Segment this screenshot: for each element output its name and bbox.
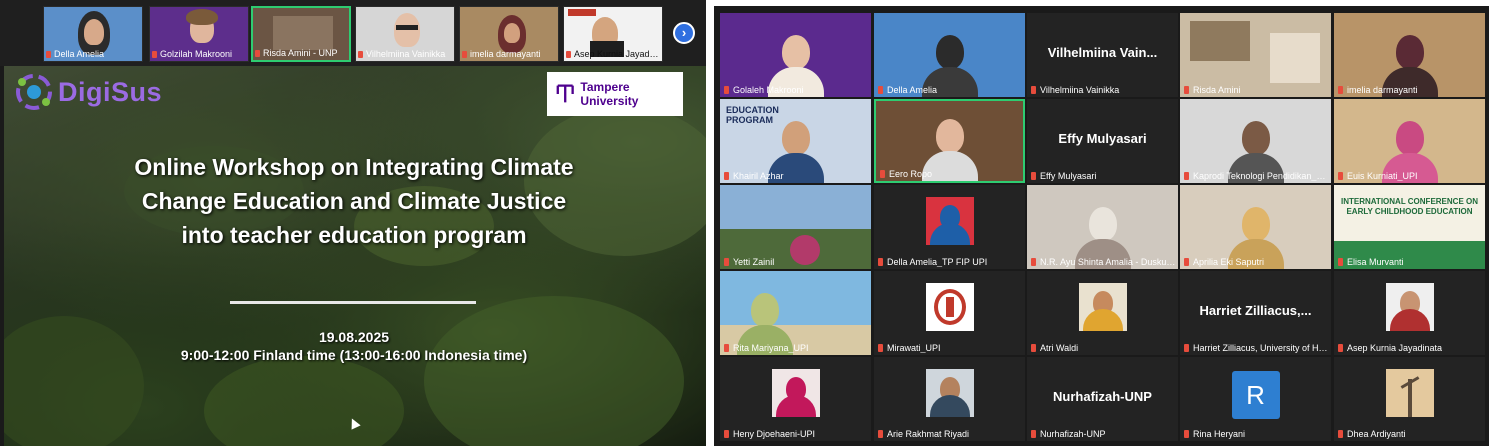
- tampere-logo-text: Tampere University: [580, 80, 639, 108]
- participant-name: N.R. Ayu Shinta Amalia - Duskurjar: [1031, 257, 1176, 267]
- participant-name: Arie Rakhmat Riyadi: [878, 429, 1023, 439]
- thumbnail-vilhelmiina-vainikka[interactable]: Vilhelmiina Vainikka: [355, 6, 455, 62]
- participant-tile[interactable]: Golaleh Makrooni: [720, 13, 871, 97]
- participant-name: Asep Kurnia Jayadinata: [1338, 343, 1483, 353]
- participant-tile[interactable]: Harriet Zilliacus,... Harriet Zilliacus,…: [1180, 271, 1331, 355]
- participant-name: Della Amelia_TP FIP UPI: [878, 257, 1023, 267]
- participant-tile[interactable]: Asep Kurnia Jayadinata: [1334, 271, 1485, 355]
- slide-divider: [230, 301, 476, 304]
- participant-name: imelia darmayanti: [1338, 85, 1483, 95]
- participant-display-name: Vilhelmiina Vain...: [1047, 45, 1158, 60]
- participant-tile[interactable]: Rita Mariyana_UPI: [720, 271, 871, 355]
- participant-name: Risda Amini: [1184, 85, 1329, 95]
- slide-title-line: Online Workshop on Integrating Climate: [134, 154, 574, 180]
- thumbnail-risda-amini[interactable]: Risda Amini - UNP: [251, 6, 351, 62]
- tile-overlay-text: INTERNATIONAL CONFERENCE ON EARLY CHILDH…: [1340, 197, 1479, 216]
- thumbnail-name: Vilhelmiina Vainikka: [358, 49, 452, 59]
- slide-date: 19.08.2025: [318, 329, 390, 345]
- shared-screen-view: Della Amelia Golzilah Makrooni Risda Ami…: [0, 0, 706, 446]
- participant-name: Eero Ropo: [880, 169, 1021, 179]
- next-page-button[interactable]: ›: [673, 22, 695, 44]
- slide-time: 9:00-12:00 Finland time (13:00-16:00 Ind…: [180, 347, 528, 363]
- thumbnail-name: Risda Amini - UNP: [255, 48, 347, 58]
- participant-tile[interactable]: Heny Djoehaeni-UPI: [720, 357, 871, 441]
- participant-tile[interactable]: Nurhafizah-UNP Nurhafizah-UNP: [1027, 357, 1178, 441]
- gallery-view: Golaleh Makrooni Della Amelia Vilhelmiin…: [714, 6, 1489, 446]
- participant-display-name: Nurhafizah-UNP: [1053, 389, 1152, 404]
- participant-name: Rina Heryani: [1184, 429, 1329, 439]
- thumbnail-asep-kurnia-jayadinata[interactable]: Asep Kurnia Jayadinata: [563, 6, 663, 62]
- participant-thumbnail-strip: Della Amelia Golzilah Makrooni Risda Ami…: [0, 0, 706, 66]
- participant-tile[interactable]: Euis Kurniati_UPI: [1334, 99, 1485, 183]
- participant-name: Golaleh Makrooni: [724, 85, 869, 95]
- thumbnail-golzilah-makrooni[interactable]: Golzilah Makrooni: [149, 6, 249, 62]
- slide-title: Online Workshop on Integrating Climate C…: [64, 150, 644, 252]
- participant-name: Vilhelmiina Vainikka: [1031, 85, 1176, 95]
- participant-name: Effy Mulyasari: [1031, 171, 1176, 181]
- participant-name: Mirawati_UPI: [878, 343, 1023, 353]
- participant-display-name: Harriet Zilliacus,...: [1199, 303, 1312, 318]
- thumbnail-name: Della Amelia: [46, 49, 140, 59]
- participant-name: Atri Waldi: [1031, 343, 1176, 353]
- participant-name: Yetti Zainil: [724, 257, 869, 267]
- participant-tile[interactable]: EDUCATION PROGRAM Khairil Azhar: [720, 99, 871, 183]
- thumbnail-imelia-darmayanti[interactable]: imelia darmayanti: [459, 6, 559, 62]
- active-speaker-tile[interactable]: Eero Ropo: [874, 99, 1025, 183]
- participant-name: Khairil Azhar: [724, 171, 869, 181]
- participant-tile[interactable]: Vilhelmiina Vain... Vilhelmiina Vainikka: [1027, 13, 1178, 97]
- participant-tile[interactable]: Risda Amini: [1180, 13, 1331, 97]
- participant-name: Heny Djoehaeni-UPI: [724, 429, 869, 439]
- participant-tile[interactable]: R Rina Heryani: [1180, 357, 1331, 441]
- participant-tile[interactable]: Kaprodi Teknologi Pendidikan_Dadi ...: [1180, 99, 1331, 183]
- avatar-letter: R: [1231, 371, 1280, 419]
- participant-name: Aprilia Eki Saputri: [1184, 257, 1329, 267]
- thumbnail-name: Golzilah Makrooni: [152, 49, 246, 59]
- participant-tile[interactable]: Dhea Ardiyanti: [1334, 357, 1485, 441]
- participant-display-name: Effy Mulyasari: [1058, 131, 1147, 146]
- participant-tile[interactable]: INTERNATIONAL CONFERENCE ON EARLY CHILDH…: [1334, 185, 1485, 269]
- participant-name: Harriet Zilliacus, University of Helsink…: [1184, 343, 1329, 353]
- participant-name: Della Amelia: [878, 85, 1023, 95]
- participant-tile[interactable]: Della Amelia_TP FIP UPI: [874, 185, 1025, 269]
- thumbnail-name: Asep Kurnia Jayadinata: [566, 49, 660, 59]
- participant-tile[interactable]: Della Amelia: [874, 13, 1025, 97]
- participant-tile[interactable]: Aprilia Eki Saputri: [1180, 185, 1331, 269]
- participant-name: Kaprodi Teknologi Pendidikan_Dadi ...: [1184, 171, 1329, 181]
- thumbnail-name: imelia darmayanti: [462, 49, 556, 59]
- participant-name: Dhea Ardiyanti: [1338, 429, 1483, 439]
- participant-tile[interactable]: Yetti Zainil: [720, 185, 871, 269]
- tampere-logo-icon: [556, 84, 574, 103]
- digisus-logo-text: DigiSus: [58, 76, 163, 107]
- participant-tile[interactable]: imelia darmayanti: [1334, 13, 1485, 97]
- digisus-logo: DigiSus: [14, 72, 162, 112]
- presentation-slide: DigiSus Tampere University Online Worksh…: [4, 66, 706, 446]
- participant-tile[interactable]: Arie Rakhmat Riyadi: [874, 357, 1025, 441]
- participant-tile[interactable]: Effy Mulyasari Effy Mulyasari: [1027, 99, 1178, 183]
- participant-tile[interactable]: Atri Waldi: [1027, 271, 1178, 355]
- participant-name: Rita Mariyana_UPI: [724, 343, 869, 353]
- participant-name: Nurhafizah-UNP: [1031, 429, 1176, 439]
- chevron-right-icon: ›: [681, 25, 687, 40]
- participant-tile[interactable]: Mirawati_UPI: [874, 271, 1025, 355]
- participant-name: Elisa Murvanti: [1338, 257, 1483, 267]
- participant-name: Euis Kurniati_UPI: [1338, 171, 1483, 181]
- participant-tile[interactable]: N.R. Ayu Shinta Amalia - Duskurjar: [1027, 185, 1178, 269]
- slide-title-line: Change Education and Climate Justice: [141, 188, 567, 214]
- thumbnail-della-amelia[interactable]: Della Amelia: [43, 6, 143, 62]
- slide-title-line: into teacher education program: [181, 222, 527, 248]
- tampere-university-logo: Tampere University: [547, 72, 683, 116]
- digisus-logo-icon: [16, 74, 52, 110]
